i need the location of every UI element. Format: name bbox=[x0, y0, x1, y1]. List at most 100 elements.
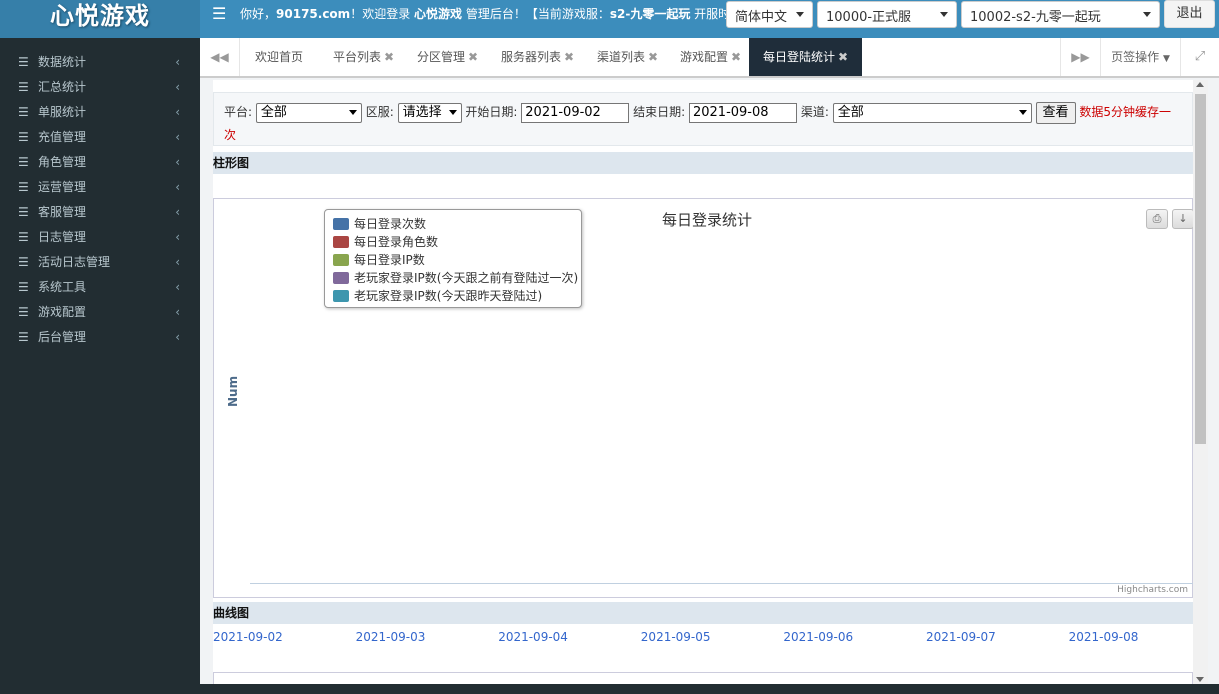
sidebar-item[interactable]: ☰ 汇总统计 ‹ bbox=[0, 75, 200, 100]
x-axis-line bbox=[250, 583, 1194, 584]
tab-label: 分区管理 bbox=[417, 50, 466, 64]
legend-label: 每日登录角色数 bbox=[354, 235, 439, 249]
menu-icon: ☰ bbox=[18, 280, 29, 294]
tab[interactable]: 服务器列表 ✖ bbox=[501, 38, 574, 76]
legend-item[interactable]: 老玩家登录IP数(今天跟昨天登陆过) bbox=[333, 287, 573, 305]
end-date-input[interactable]: 2021-09-08 bbox=[688, 102, 797, 123]
platform-select[interactable]: 全部 bbox=[255, 102, 362, 123]
close-icon[interactable]: ✖ bbox=[838, 50, 848, 64]
tab[interactable]: 游戏配置 ✖ bbox=[680, 38, 741, 76]
chevron-left-icon: ‹ bbox=[175, 305, 180, 319]
tab-label: 欢迎首页 bbox=[255, 50, 304, 64]
channel-select[interactable]: 全部 bbox=[832, 102, 1032, 123]
chevron-left-icon: ‹ bbox=[175, 130, 180, 144]
chevron-left-icon: ‹ bbox=[175, 280, 180, 294]
scroll-up-icon[interactable] bbox=[1196, 82, 1204, 87]
greeting-text: 你好，90175.com！欢迎登录 心悦游戏 管理后台！【当前游戏服：s2-九零… bbox=[240, 5, 726, 22]
platform-label: 平台: bbox=[224, 105, 253, 119]
sidebar-item-label: 单服统计 bbox=[38, 105, 87, 119]
menu-icon[interactable]: ☰ bbox=[212, 4, 226, 23]
chart-credits[interactable]: Highcharts.com bbox=[1117, 585, 1188, 595]
logo[interactable]: 心悦游戏 bbox=[0, 0, 200, 38]
tab-label: 平台列表 bbox=[333, 50, 382, 64]
chevron-left-icon: ‹ bbox=[175, 255, 180, 269]
tab-label: 服务器列表 bbox=[501, 50, 562, 64]
platform-select-value: 全部 bbox=[260, 104, 287, 120]
date-link[interactable]: 2021-09-05 bbox=[641, 630, 711, 644]
sidebar-item[interactable]: ☰ 角色管理 ‹ bbox=[0, 150, 200, 175]
legend-item[interactable]: 每日登录IP数 bbox=[333, 251, 573, 269]
legend-item[interactable]: 老玩家登录IP数(今天跟之前有登陆过一次) bbox=[333, 269, 578, 287]
sidebar-item[interactable]: ☰ 游戏配置 ‹ bbox=[0, 300, 200, 325]
sidebar-menu: ☰ 数据统计 ‹ ☰ 汇总统计 ‹ ☰ 单服统计 ‹ ☰ 充值管理 ‹ ☰ 角色管理 ‹ ☰ 运营管理 ‹ ☰ 客服管… bbox=[0, 38, 200, 350]
menu-icon: ☰ bbox=[18, 255, 29, 269]
line-chart-heading: 曲线图 bbox=[213, 602, 1193, 624]
close-icon[interactable]: ✖ bbox=[384, 50, 394, 64]
start-date-label: 开始日期: bbox=[465, 105, 518, 119]
chevron-down-icon bbox=[1143, 12, 1151, 17]
vertical-scrollbar[interactable] bbox=[1193, 80, 1208, 684]
sidebar-item[interactable]: ☰ 后台管理 ‹ bbox=[0, 325, 200, 350]
tab[interactable]: 分区管理 ✖ bbox=[417, 38, 478, 76]
legend-item[interactable]: 每日登录次数 bbox=[333, 215, 573, 233]
game-server-select[interactable]: 10002-s2-九零一起玩 bbox=[961, 1, 1160, 28]
legend-item[interactable]: 每日登录角色数 bbox=[333, 233, 573, 251]
double-left-icon[interactable]: ◀◀ bbox=[200, 38, 240, 76]
chevron-down-icon bbox=[1018, 109, 1027, 115]
close-icon[interactable]: ✖ bbox=[648, 50, 658, 64]
close-icon[interactable]: ✖ bbox=[564, 50, 574, 64]
start-date-input[interactable]: 2021-09-02 bbox=[521, 102, 630, 123]
chevron-left-icon: ‹ bbox=[175, 105, 180, 119]
legend-label: 每日登录次数 bbox=[354, 217, 427, 231]
chevron-down-icon bbox=[796, 12, 804, 17]
sidebar-item[interactable]: ☰ 充值管理 ‹ bbox=[0, 125, 200, 150]
scroll-down-icon[interactable] bbox=[1196, 677, 1204, 682]
sidebar-item[interactable]: ☰ 单服统计 ‹ bbox=[0, 100, 200, 125]
tab[interactable]: 平台列表 ✖ bbox=[333, 38, 394, 76]
zone-label: 区服: bbox=[365, 105, 394, 119]
tab[interactable]: 渠道列表 ✖ bbox=[597, 38, 658, 76]
expand-icon[interactable]: ⤢ bbox=[1180, 38, 1219, 76]
sidebar-item-label: 角色管理 bbox=[38, 155, 87, 169]
greeting-site: 90175.com bbox=[276, 7, 351, 21]
sidebar-item[interactable]: ☰ 客服管理 ‹ bbox=[0, 200, 200, 225]
print-icon[interactable]: ⎙ bbox=[1146, 209, 1168, 229]
y-axis-label: Num bbox=[226, 375, 240, 407]
greeting-app-name: 心悦游戏 bbox=[414, 7, 463, 21]
chart-title: 每日登录统计 bbox=[662, 211, 753, 229]
tab[interactable]: 每日登陆统计 ✖ bbox=[749, 38, 863, 76]
date-link[interactable]: 2021-09-07 bbox=[926, 630, 996, 644]
date-link[interactable]: 2021-09-06 bbox=[783, 630, 853, 644]
sidebar-item[interactable]: ☰ 数据统计 ‹ bbox=[0, 50, 200, 75]
close-icon[interactable]: ✖ bbox=[731, 50, 741, 64]
menu-icon: ☰ bbox=[18, 230, 29, 244]
double-right-icon[interactable]: ▶▶ bbox=[1060, 38, 1100, 76]
channel-label: 渠道: bbox=[800, 105, 829, 119]
date-link[interactable]: 2021-09-04 bbox=[498, 630, 568, 644]
tab-label: 渠道列表 bbox=[597, 50, 646, 64]
tab-operations-dropdown[interactable]: 页签操作 ▼ bbox=[1100, 38, 1180, 76]
date-link[interactable]: 2021-09-02 bbox=[213, 630, 283, 644]
logout-button[interactable]: 退出 bbox=[1164, 0, 1215, 28]
date-link[interactable]: 2021-09-08 bbox=[1069, 630, 1139, 644]
chevron-left-icon: ‹ bbox=[175, 330, 180, 344]
tab[interactable]: 欢迎首页 bbox=[255, 38, 303, 76]
query-button[interactable]: 查看 bbox=[1035, 101, 1076, 124]
sidebar-item-label: 数据统计 bbox=[38, 55, 87, 69]
sidebar-item[interactable]: ☰ 系统工具 ‹ bbox=[0, 275, 200, 300]
legend-swatch bbox=[333, 235, 349, 248]
sidebar-item[interactable]: ☰ 日志管理 ‹ bbox=[0, 225, 200, 250]
download-icon[interactable]: ↓ bbox=[1172, 209, 1194, 229]
language-select[interactable]: 简体中文 bbox=[726, 1, 813, 28]
date-link[interactable]: 2021-09-03 bbox=[356, 630, 426, 644]
sidebar-item-label: 运营管理 bbox=[38, 180, 87, 194]
sidebar-item[interactable]: ☰ 运营管理 ‹ bbox=[0, 175, 200, 200]
date-links: 2021-09-02 2021-09-03 2021-09-04 2021-09-05… bbox=[213, 630, 1193, 648]
zone-select[interactable]: 请选择 bbox=[397, 102, 462, 123]
scrollbar-thumb[interactable] bbox=[1195, 94, 1206, 444]
platform-server-select[interactable]: 10000-正式服 bbox=[817, 1, 957, 28]
close-icon[interactable]: ✖ bbox=[468, 50, 478, 64]
menu-icon: ☰ bbox=[18, 105, 29, 119]
chevron-left-icon: ‹ bbox=[175, 55, 180, 69]
sidebar-item[interactable]: ☰ 活动日志管理 ‹ bbox=[0, 250, 200, 275]
